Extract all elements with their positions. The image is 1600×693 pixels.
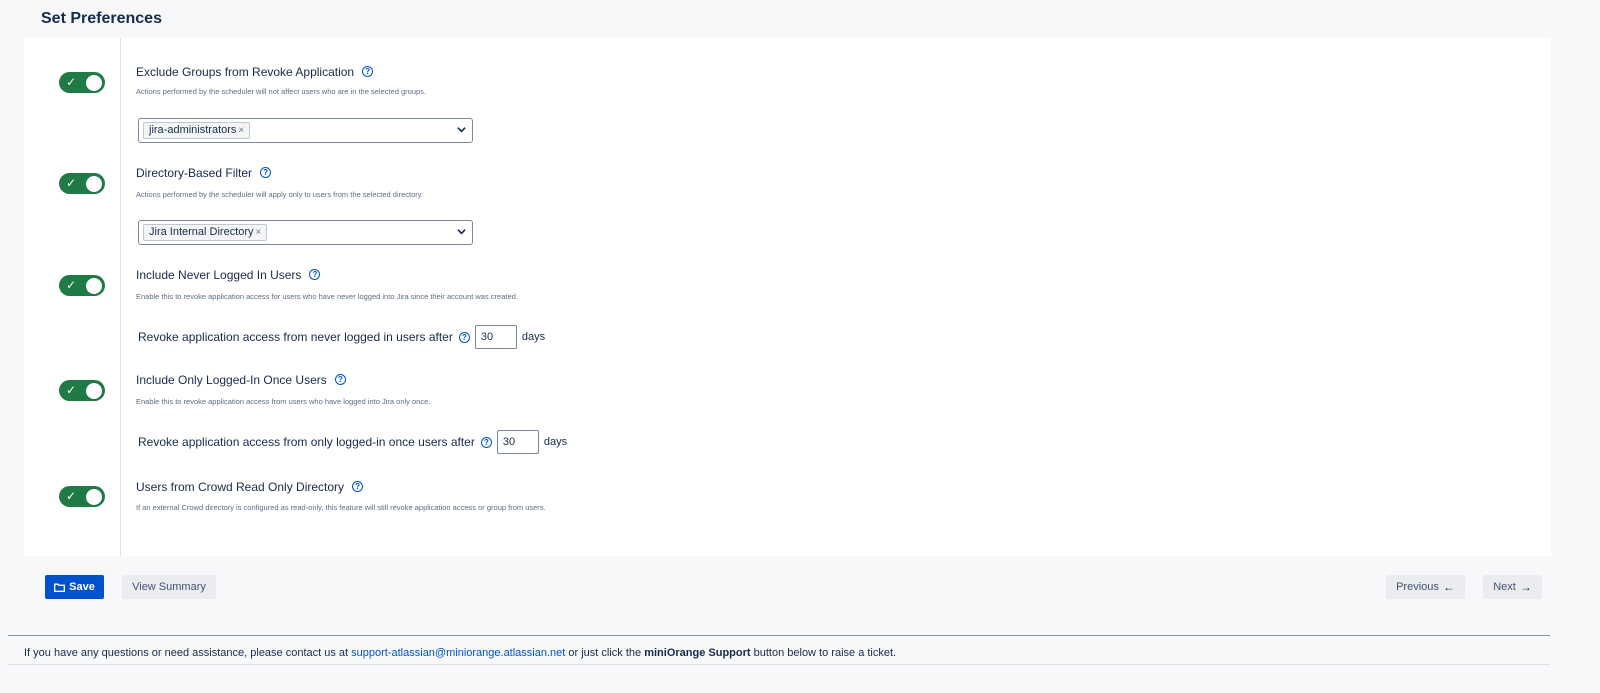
crowd-read-only-toggle[interactable]: ✓ [59,486,105,507]
preferences-panel: ✓ Exclude Groups from Revoke Application… [24,38,1551,556]
crowd-read-only-description: If an external Crowd directory is config… [136,503,546,512]
days-unit: days [543,436,568,448]
next-button[interactable]: Next → [1483,575,1542,599]
check-icon: ✓ [66,75,77,89]
directory-select[interactable]: Jira Internal Directory × [138,220,473,245]
question-circle-icon[interactable]: ? [334,374,346,386]
crowd-read-only-title: Users from Crowd Read Only Directory? [136,480,364,494]
question-circle-icon[interactable]: ? [458,331,470,343]
arrow-left-icon: ← [1442,580,1455,594]
question-circle-icon[interactable]: ? [480,436,492,448]
chevron-down-icon[interactable] [457,227,466,235]
never-logged-in-days-row: Revoke application access from never log… [138,325,545,349]
support-email-link[interactable]: support-atlassian@miniorange.atlassian.n… [351,647,565,659]
never-logged-in-title: Include Never Logged In Users? [136,268,321,282]
question-circle-icon[interactable]: ? [309,269,321,281]
never-logged-in-toggle[interactable]: ✓ [59,275,105,296]
never-logged-in-days-input[interactable] [474,325,517,349]
footer-divider [8,635,1550,636]
panel-divider [120,38,121,556]
check-icon: ✓ [66,176,77,190]
close-icon[interactable]: × [238,125,244,136]
previous-button[interactable]: Previous ← [1386,575,1465,599]
exclude-groups-description: Actions performed by the scheduler will … [136,87,427,96]
logged-in-once-days-input[interactable] [496,430,539,454]
directory-filter-title: Directory-Based Filter? [136,166,272,180]
folder-icon [54,583,66,592]
selected-tag: Jira Internal Directory × [143,224,268,241]
toggle-knob [86,382,102,399]
check-icon: ✓ [66,278,77,292]
chevron-down-icon[interactable] [457,125,466,133]
days-label: Revoke application access from only logg… [138,435,475,449]
question-circle-icon[interactable]: ? [352,481,364,493]
directory-filter-toggle[interactable]: ✓ [59,173,105,194]
logged-in-once-days-row: Revoke application access from only logg… [138,430,567,454]
days-label: Revoke application access from never log… [138,330,453,344]
logged-in-once-title: Include Only Logged-In Once Users? [136,373,346,387]
question-circle-icon[interactable]: ? [260,167,272,179]
view-summary-button[interactable]: View Summary [122,575,216,599]
support-button-name: miniOrange Support [644,647,751,659]
footer-bottom-divider [8,664,1550,665]
toggle-knob [86,277,102,294]
exclude-groups-title: Exclude Groups from Revoke Application? [136,65,374,79]
logged-in-once-toggle[interactable]: ✓ [59,380,105,401]
toggle-knob [86,74,102,91]
exclude-groups-select[interactable]: jira-administrators × [138,118,473,143]
toggle-knob [86,175,102,192]
selected-tag: jira-administrators × [143,122,251,139]
days-unit: days [521,331,546,343]
logged-in-once-description: Enable this to revoke application access… [136,397,431,406]
never-logged-in-description: Enable this to revoke application access… [136,292,518,301]
footer-support-text: If you have any questions or need assist… [24,647,897,659]
save-button[interactable]: Save [45,575,104,599]
check-icon: ✓ [66,383,77,397]
check-icon: ✓ [66,489,77,503]
directory-filter-description: Actions performed by the scheduler will … [136,190,424,199]
toggle-knob [86,488,102,505]
exclude-groups-toggle[interactable]: ✓ [59,72,105,93]
arrow-right-icon: → [1519,580,1532,594]
question-circle-icon[interactable]: ? [362,66,374,78]
close-icon[interactable]: × [256,227,262,238]
page-title: Set Preferences [41,10,162,27]
